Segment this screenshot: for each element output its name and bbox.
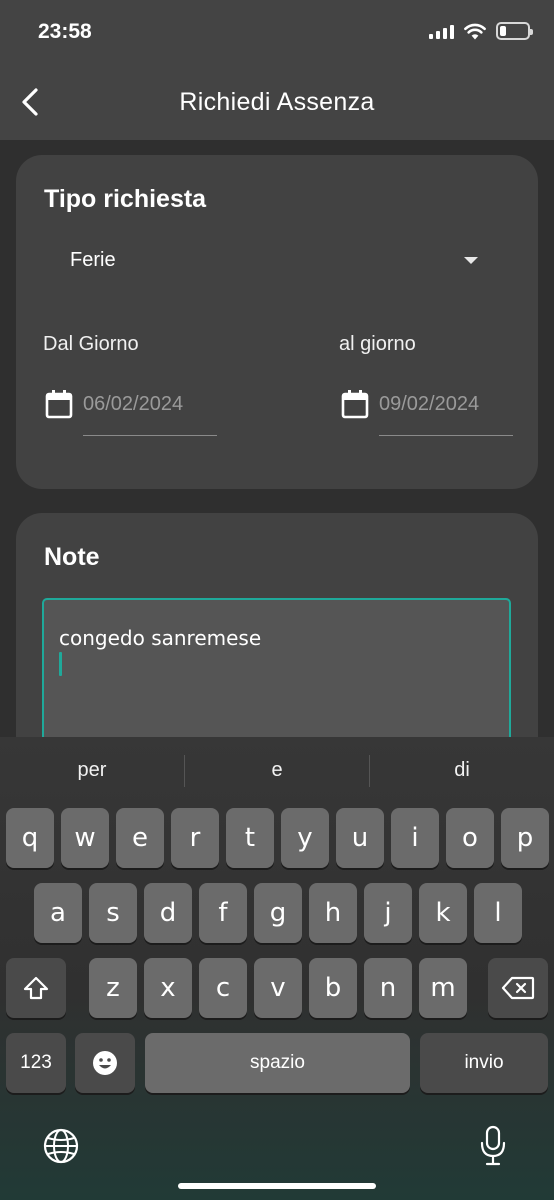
page-title: Richiedi Assenza: [179, 88, 375, 116]
request-type-title: Tipo richiesta: [44, 185, 207, 213]
to-date-label: al giorno: [339, 333, 416, 355]
key-i[interactable]: i: [391, 808, 439, 868]
cellular-signal-icon: [429, 23, 454, 39]
suggestion-3[interactable]: di: [370, 759, 554, 782]
suggestion-bar: per e di: [0, 737, 554, 805]
key-w[interactable]: w: [61, 808, 109, 868]
from-date-value: 06/02/2024: [83, 393, 184, 415]
key-b[interactable]: b: [309, 958, 357, 1018]
key-y[interactable]: y: [281, 808, 329, 868]
status-time: 23:58: [38, 20, 92, 43]
globe-icon: [43, 1128, 79, 1164]
key-p[interactable]: p: [501, 808, 549, 868]
key-h[interactable]: h: [309, 883, 357, 943]
app-header: 23:58 Richiedi Assenza: [0, 0, 554, 140]
note-text: congedo sanremese: [59, 626, 262, 650]
dictation-button[interactable]: [478, 1125, 508, 1172]
key-x[interactable]: x: [144, 958, 192, 1018]
key-m[interactable]: m: [419, 958, 467, 1018]
key-s[interactable]: s: [89, 883, 137, 943]
key-n[interactable]: n: [364, 958, 412, 1018]
key-k[interactable]: k: [419, 883, 467, 943]
wifi-icon: [464, 23, 486, 39]
request-type-value: Ferie: [70, 249, 116, 271]
emoji-icon: [93, 1051, 117, 1075]
key-l[interactable]: l: [474, 883, 522, 943]
status-icons: [429, 22, 533, 40]
numbers-key[interactable]: 123: [6, 1033, 66, 1093]
key-g[interactable]: g: [254, 883, 302, 943]
return-key[interactable]: invio: [420, 1033, 548, 1093]
backspace-icon: [501, 976, 535, 1000]
shift-key[interactable]: [6, 958, 66, 1018]
emoji-key[interactable]: [75, 1033, 135, 1093]
request-type-dropdown[interactable]: Ferie: [44, 235, 484, 285]
text-caret: [59, 652, 62, 676]
key-v[interactable]: v: [254, 958, 302, 1018]
key-j[interactable]: j: [364, 883, 412, 943]
calendar-icon: [341, 390, 369, 419]
key-o[interactable]: o: [446, 808, 494, 868]
to-date-underline: [379, 435, 513, 436]
key-d[interactable]: d: [144, 883, 192, 943]
to-date-value: 09/02/2024: [379, 393, 480, 415]
microphone-icon: [480, 1125, 506, 1166]
keyboard: per e di q w e r t y u i o p a s d f g h…: [0, 737, 554, 1200]
note-title: Note: [44, 543, 100, 571]
to-date-field[interactable]: 09/02/2024: [341, 383, 521, 437]
shift-icon: [23, 976, 49, 1000]
backspace-key[interactable]: [488, 958, 548, 1018]
space-key[interactable]: spazio: [145, 1033, 410, 1093]
suggestion-2[interactable]: e: [185, 759, 369, 782]
key-f[interactable]: f: [199, 883, 247, 943]
key-r[interactable]: r: [171, 808, 219, 868]
key-c[interactable]: c: [199, 958, 247, 1018]
key-t[interactable]: t: [226, 808, 274, 868]
calendar-icon: [45, 390, 73, 419]
request-type-card: Tipo richiesta Ferie Dal Giorno al giorn…: [16, 155, 538, 489]
home-indicator: [178, 1183, 376, 1189]
caret-down-icon: [464, 257, 478, 264]
key-u[interactable]: u: [336, 808, 384, 868]
from-date-label: Dal Giorno: [43, 333, 139, 355]
key-e[interactable]: e: [116, 808, 164, 868]
from-date-field[interactable]: 06/02/2024: [45, 383, 225, 437]
key-z[interactable]: z: [89, 958, 137, 1018]
suggestion-1[interactable]: per: [0, 759, 184, 782]
key-a[interactable]: a: [34, 883, 82, 943]
from-date-underline: [83, 435, 217, 436]
battery-icon: [496, 22, 533, 40]
key-q[interactable]: q: [6, 808, 54, 868]
globe-button[interactable]: [42, 1127, 80, 1170]
